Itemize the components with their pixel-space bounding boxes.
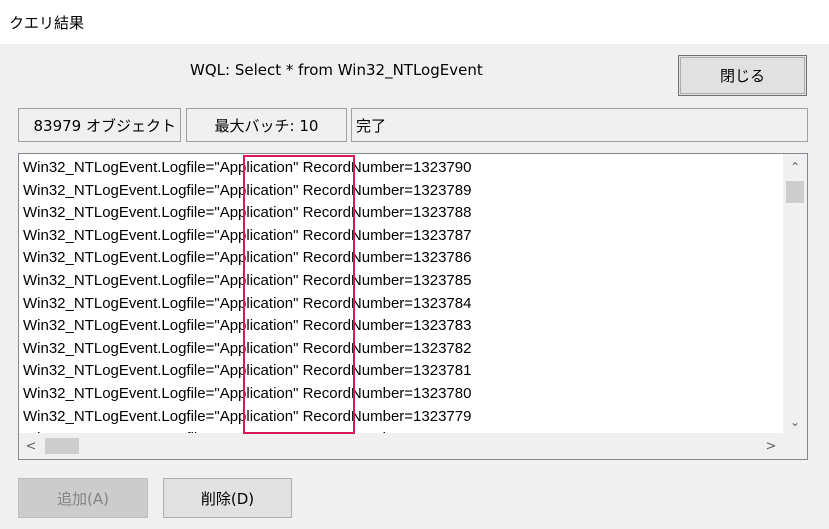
results-rows: Win32_NTLogEvent.Logfile="Application" R…: [23, 157, 775, 433]
vertical-scrollbar[interactable]: ⌃ ⌄: [783, 154, 807, 433]
row-logfile: "Application": [214, 204, 299, 222]
up-arrow-icon[interactable]: ⌃: [783, 156, 807, 178]
query-text: WQL: Select * from Win32_NTLogEvent: [190, 61, 483, 79]
row-prefix: Win32_NTLogEvent.Logfile=: [23, 317, 215, 335]
list-item[interactable]: Win32_NTLogEvent.Logfile="Application" R…: [23, 383, 775, 406]
list-item[interactable]: Win32_NTLogEvent.Logfile="Application" R…: [23, 315, 775, 338]
left-arrow-icon[interactable]: <: [19, 433, 43, 459]
results-list[interactable]: Win32_NTLogEvent.Logfile="Application" R…: [18, 153, 808, 460]
row-prefix: Win32_NTLogEvent.Logfile=: [23, 294, 215, 312]
row-prefix: Win32_NTLogEvent.Logfile=: [23, 384, 215, 402]
list-item[interactable]: Win32_NTLogEvent.Logfile="Application" R…: [23, 157, 775, 180]
row-logfile: "Application": [214, 317, 299, 335]
list-item[interactable]: Win32_NTLogEvent.Logfile="Application" R…: [23, 247, 775, 270]
row-record-number: RecordNumber=1323785: [302, 271, 472, 289]
row-record-number: RecordNumber=1323783: [302, 317, 472, 335]
window-title: クエリ結果: [9, 14, 85, 32]
row-record-number: RecordNumber=1323780: [302, 384, 472, 402]
delete-button[interactable]: 削除(D): [163, 478, 292, 518]
vertical-scroll-thumb[interactable]: [786, 181, 804, 203]
row-logfile: "Application": [214, 249, 299, 267]
row-record-number: RecordNumber=1323788: [302, 204, 472, 222]
right-arrow-icon[interactable]: >: [759, 433, 783, 459]
row-prefix: Win32_NTLogEvent.Logfile=: [23, 249, 215, 267]
row-prefix: Win32_NTLogEvent.Logfile=: [23, 226, 215, 244]
row-record-number: RecordNumber=1323787: [302, 226, 472, 244]
row-logfile: "Application": [214, 384, 299, 402]
title-bar: クエリ結果: [0, 0, 829, 44]
row-prefix: Win32_NTLogEvent.Logfile=: [23, 181, 215, 199]
list-item[interactable]: Win32_NTLogEvent.Logfile="Application" R…: [23, 360, 775, 383]
row-logfile: "Application": [214, 294, 299, 312]
row-logfile: "Application": [214, 159, 299, 176]
row-logfile: "Application": [214, 271, 299, 289]
row-logfile: "Application": [214, 362, 299, 380]
list-item[interactable]: Win32_NTLogEvent.Logfile="Application" R…: [23, 225, 775, 248]
close-button[interactable]: 閉じる: [678, 55, 807, 96]
completion-status: 完了: [351, 108, 808, 142]
row-prefix: Win32_NTLogEvent.Logfile=: [23, 204, 215, 222]
list-item[interactable]: Win32_NTLogEvent.Logfile="Application" R…: [23, 180, 775, 203]
horizontal-scroll-thumb[interactable]: [45, 438, 79, 454]
scrollbar-corner: [783, 433, 807, 459]
row-record-number: RecordNumber=1323782: [302, 339, 472, 357]
down-arrow-icon[interactable]: ⌄: [783, 411, 807, 433]
add-button[interactable]: 追加(A): [18, 478, 148, 518]
row-prefix: Win32_NTLogEvent.Logfile=: [23, 159, 215, 176]
list-item[interactable]: Win32_NTLogEvent.Logfile="Application" R…: [23, 406, 775, 429]
row-logfile: "Application": [214, 339, 299, 357]
row-prefix: Win32_NTLogEvent.Logfile=: [23, 271, 215, 289]
batch-size-status: 最大バッチ: 10: [186, 108, 347, 142]
list-item[interactable]: Win32_NTLogEvent.Logfile="Application" R…: [23, 202, 775, 225]
row-logfile: "Application": [214, 407, 299, 425]
list-item[interactable]: Win32_NTLogEvent.Logfile="Application" R…: [23, 338, 775, 361]
row-logfile: "Application": [214, 226, 299, 244]
row-prefix: Win32_NTLogEvent.Logfile=: [23, 407, 215, 425]
row-prefix: Win32_NTLogEvent.Logfile=: [23, 362, 215, 380]
row-logfile: "Application": [214, 181, 299, 199]
row-record-number: RecordNumber=1323779: [302, 407, 472, 425]
row-record-number: RecordNumber=1323781: [302, 362, 472, 380]
list-item[interactable]: Win32_NTLogEvent.Logfile="Application" R…: [23, 270, 775, 293]
list-item[interactable]: Win32_NTLogEvent.Logfile="Application" R…: [23, 293, 775, 316]
row-prefix: Win32_NTLogEvent.Logfile=: [23, 339, 215, 357]
row-record-number: RecordNumber=1323786: [302, 249, 472, 267]
row-record-number: RecordNumber=1323784: [302, 294, 472, 312]
horizontal-scrollbar[interactable]: < >: [19, 433, 783, 459]
row-record-number: RecordNumber=1323789: [302, 181, 472, 199]
row-record-number: RecordNumber=1323790: [302, 159, 472, 176]
object-count-status: 83979 オブジェクト: [18, 108, 181, 142]
